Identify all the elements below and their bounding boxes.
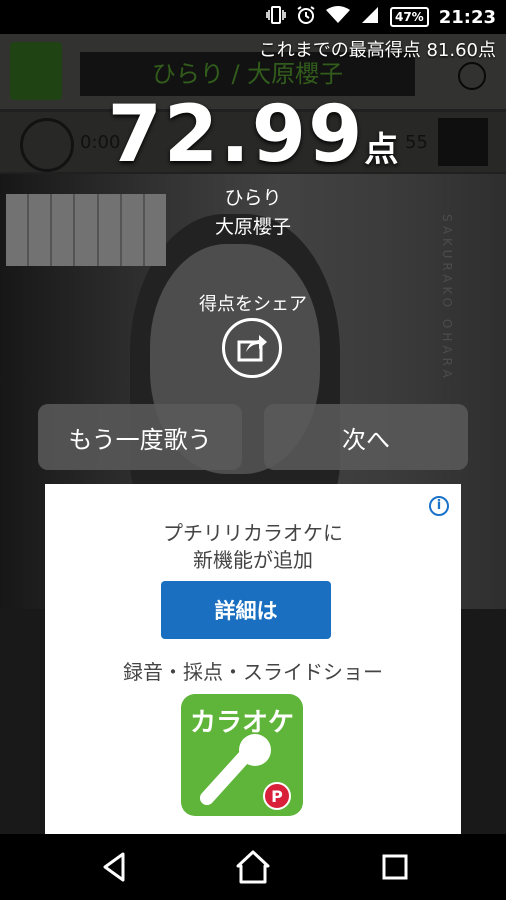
score-value: 72.99 <box>107 90 365 180</box>
back-icon[interactable] <box>93 846 135 888</box>
share-button[interactable] <box>222 318 282 378</box>
navigation-bar <box>0 834 506 900</box>
sing-again-button[interactable]: もう一度歌う <box>38 404 242 470</box>
ad-features-text: 録音・採点・スライドショー <box>123 660 383 684</box>
status-bar: 47% 21:23 <box>0 0 506 34</box>
share-icon <box>237 335 267 362</box>
vibrate-icon <box>266 6 286 28</box>
ad-info-icon[interactable]: i <box>429 496 449 516</box>
recent-apps-icon[interactable] <box>374 846 416 888</box>
wifi-icon <box>325 6 350 28</box>
alarm-icon <box>296 5 316 29</box>
song-artist: 大原櫻子 <box>214 216 291 238</box>
ad-details-button[interactable]: 詳細は <box>161 581 331 639</box>
ad-banner[interactable]: i プチリリカラオケに 新機能が追加 詳細は 録音・採点・スライドショー カラオ… <box>45 484 461 834</box>
signal-icon <box>360 6 380 28</box>
battery-indicator: 47% <box>389 7 429 27</box>
song-title: ひらり <box>224 187 282 209</box>
ad-subheadline: 新機能が追加 <box>193 548 313 572</box>
score-unit: 点 <box>364 130 399 170</box>
microphone-icon: P <box>200 734 291 810</box>
home-icon[interactable] <box>232 846 274 888</box>
score-display: 72.99点 <box>0 90 506 180</box>
share-label: 得点をシェア <box>199 294 307 315</box>
karaoke-app-icon[interactable]: カラオケ P <box>181 694 303 816</box>
best-score-label: これまでの最高得点 81.60点 <box>258 40 496 61</box>
ad-headline: プチリリカラオケに <box>163 521 343 545</box>
svg-text:P: P <box>271 787 283 806</box>
next-button[interactable]: 次へ <box>264 404 468 470</box>
clock: 21:23 <box>438 6 496 28</box>
